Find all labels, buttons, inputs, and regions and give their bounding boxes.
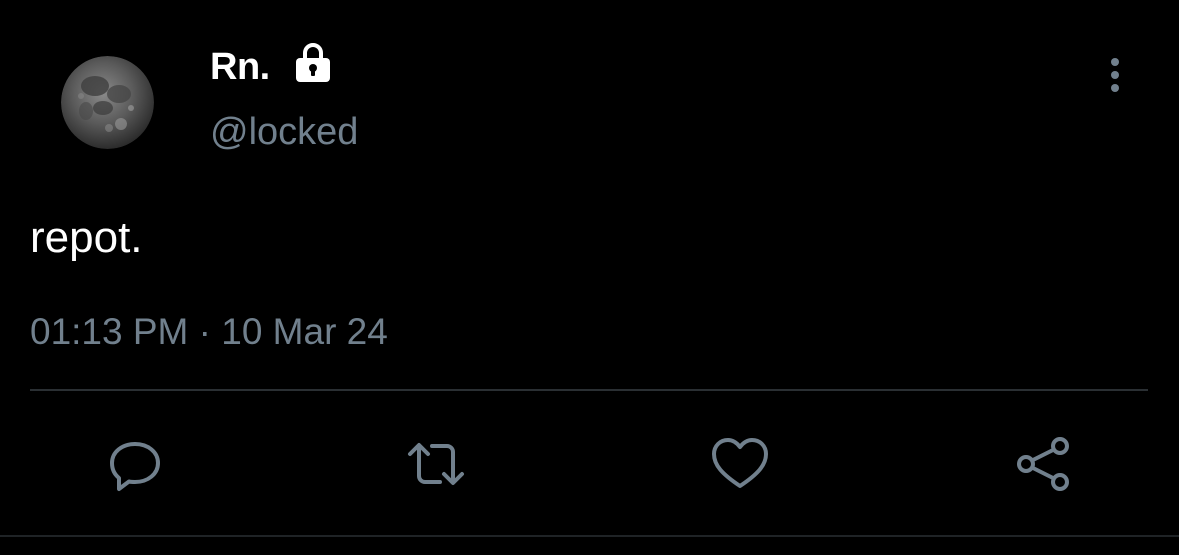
divider: [30, 389, 1148, 391]
handle[interactable]: @locked: [210, 110, 358, 154]
retweet-icon: [408, 443, 464, 485]
lock-icon: [291, 40, 335, 84]
retweet-button[interactable]: [404, 432, 468, 496]
share-button[interactable]: [1012, 432, 1076, 496]
like-button[interactable]: [708, 432, 772, 496]
tweet-text: repot.: [30, 213, 143, 262]
timestamp[interactable]: 01:13 PM · 10 Mar 24: [30, 310, 388, 354]
heart-icon: [712, 438, 768, 488]
bottom-divider: [0, 535, 1179, 537]
avatar[interactable]: [61, 56, 154, 149]
share-icon: [1017, 437, 1069, 491]
display-name[interactable]: Rn.: [210, 45, 270, 89]
more-options-button[interactable]: [1097, 54, 1133, 98]
moon-avatar-image: [61, 56, 154, 149]
more-vertical-icon: [1111, 58, 1119, 92]
comment-icon: [110, 442, 160, 491]
reply-button[interactable]: [103, 432, 167, 496]
